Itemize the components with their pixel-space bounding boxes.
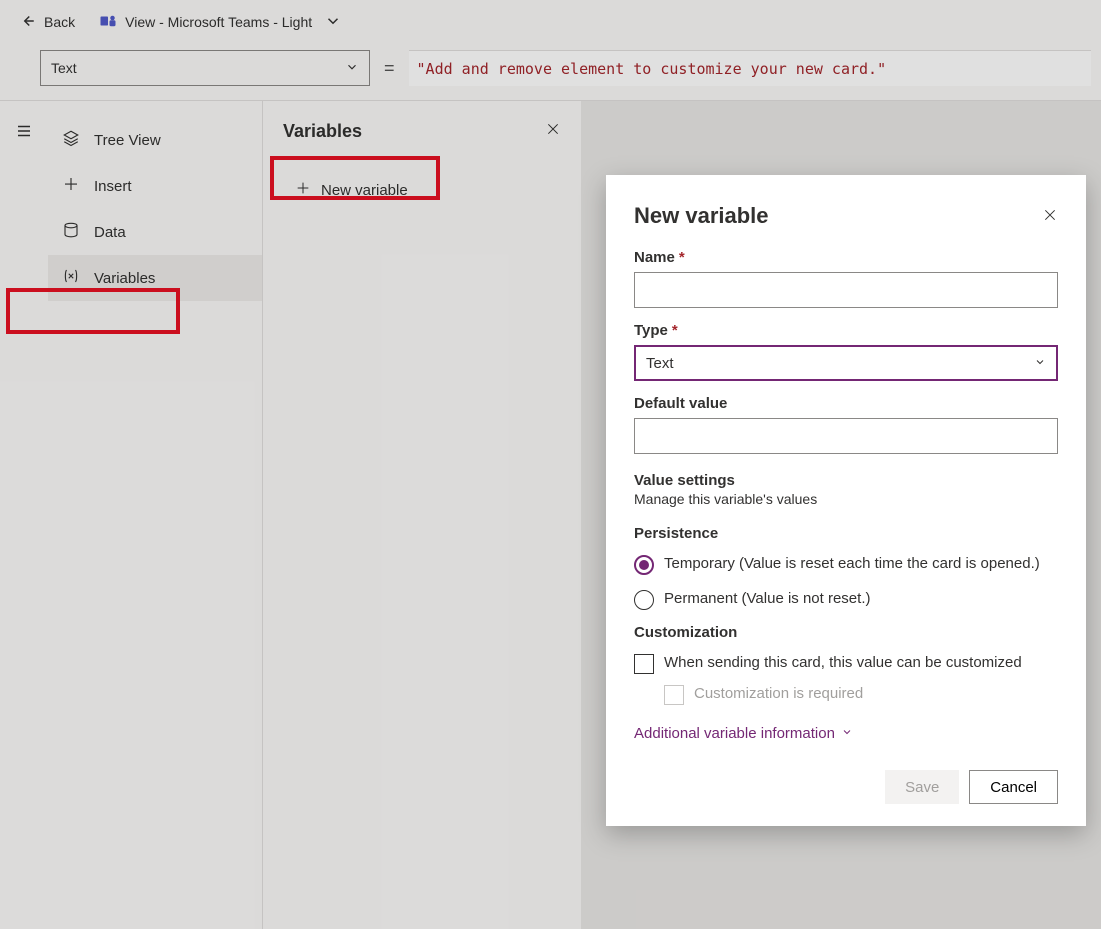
top-bar: Back View - Microsoft Teams - Light [0, 0, 1101, 44]
nav-rail [0, 101, 48, 929]
data-icon [62, 221, 80, 243]
nav-data[interactable]: Data [48, 209, 262, 255]
value-settings-heading: Value settings [634, 472, 1058, 489]
plus-icon [62, 175, 80, 197]
nav-label: Data [94, 224, 126, 241]
radio-permanent-label: Permanent (Value is not reset.) [664, 589, 870, 609]
close-dialog-button[interactable] [1042, 207, 1058, 226]
property-selector-value: Text [51, 60, 77, 76]
formula-input[interactable]: "Add and remove element to customize you… [409, 50, 1091, 86]
checkbox-required: Customization is required [664, 684, 1058, 705]
formula-bar: Text = "Add and remove element to custom… [0, 44, 1101, 100]
checkbox-required-label: Customization is required [694, 684, 863, 704]
property-selector[interactable]: Text [40, 50, 370, 86]
nav-label: Variables [94, 270, 155, 287]
variable-icon [62, 267, 80, 289]
radio-temporary-label: Temporary (Value is reset each time the … [664, 554, 1040, 574]
dialog-buttons: Save Cancel [634, 770, 1058, 804]
nav-label: Tree View [94, 132, 161, 149]
app-context-dropdown[interactable]: View - Microsoft Teams - Light [93, 8, 348, 37]
plus-icon [295, 180, 311, 200]
customization-heading: Customization [634, 624, 1058, 641]
hamburger-button[interactable] [0, 111, 48, 151]
radio-temporary[interactable]: Temporary (Value is reset each time the … [634, 554, 1058, 575]
additional-info-link[interactable]: Additional variable information [634, 725, 1058, 742]
nav-label: Insert [94, 178, 132, 195]
checkbox-customizable-label: When sending this card, this value can b… [664, 653, 1022, 673]
name-input[interactable] [634, 272, 1058, 308]
chevron-down-icon [324, 12, 342, 33]
name-label: Name* [634, 249, 1058, 266]
additional-info-label: Additional variable information [634, 725, 835, 742]
close-panel-button[interactable] [545, 121, 561, 140]
default-value-input[interactable] [634, 418, 1058, 454]
new-variable-label: New variable [321, 182, 408, 199]
nav-variables[interactable]: Variables [48, 255, 262, 301]
back-button[interactable]: Back [10, 8, 83, 37]
checkbox-icon [634, 654, 654, 674]
checkbox-customizable[interactable]: When sending this card, this value can b… [634, 653, 1058, 674]
chevron-down-icon [1034, 355, 1046, 372]
nav-insert[interactable]: Insert [48, 163, 262, 209]
chevron-down-icon [841, 725, 853, 742]
persistence-heading: Persistence [634, 525, 1058, 542]
back-label: Back [44, 14, 75, 30]
cancel-button[interactable]: Cancel [969, 770, 1058, 804]
back-arrow-icon [18, 12, 36, 33]
type-dropdown[interactable]: Text [634, 345, 1058, 381]
app-context-label: View - Microsoft Teams - Light [125, 14, 312, 30]
teams-icon [99, 12, 117, 33]
nav-tree-view[interactable]: Tree View [48, 117, 262, 163]
layers-icon [62, 129, 80, 151]
formula-expression: "Add and remove element to customize you… [417, 60, 887, 78]
required-asterisk: * [679, 249, 685, 266]
type-label: Type* [634, 322, 1058, 339]
dialog-title: New variable [634, 203, 769, 229]
radio-icon [634, 590, 654, 610]
checkbox-icon [664, 685, 684, 705]
required-asterisk: * [672, 322, 678, 339]
type-value: Text [646, 355, 674, 372]
variables-panel-title: Variables [283, 121, 561, 142]
save-button[interactable]: Save [885, 770, 959, 804]
chevron-down-icon [345, 60, 359, 77]
default-value-label: Default value [634, 395, 1058, 412]
new-variable-button[interactable]: New variable [283, 170, 561, 210]
nav-list: Tree View Insert Data Variables [48, 101, 263, 929]
variables-panel: Variables New variable [263, 101, 581, 929]
equals-sign: = [380, 58, 399, 79]
radio-icon [634, 555, 654, 575]
new-variable-dialog: New variable Name* Type* Text Default va… [606, 175, 1086, 826]
value-settings-subtext: Manage this variable's values [634, 491, 1058, 507]
radio-permanent[interactable]: Permanent (Value is not reset.) [634, 589, 1058, 610]
